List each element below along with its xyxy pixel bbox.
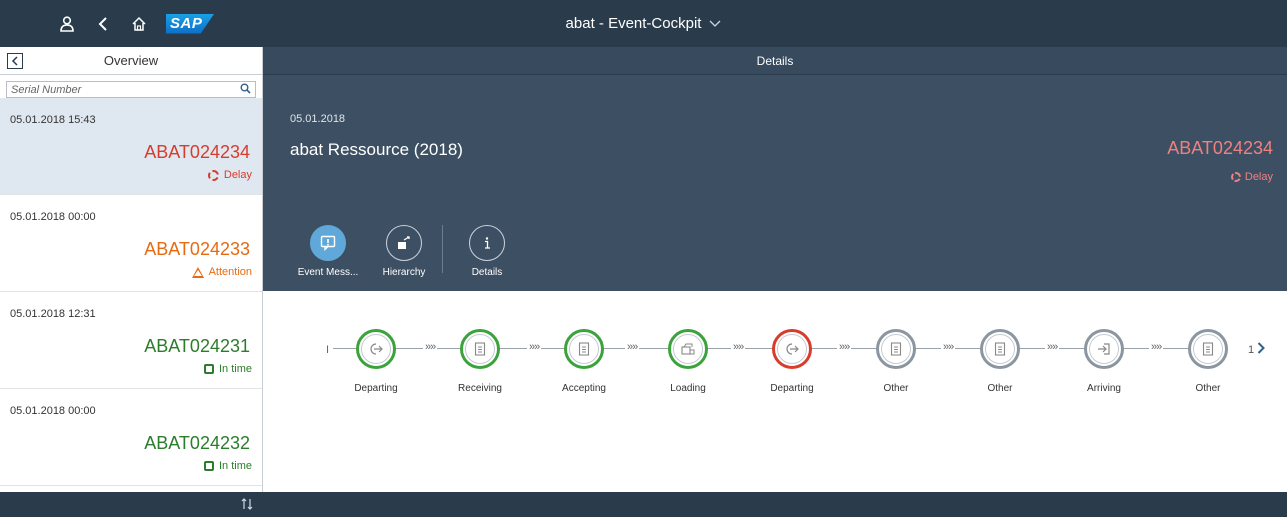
- app-title-menu[interactable]: abat - Event-Cockpit: [0, 0, 1287, 47]
- status-badge: Attention: [191, 266, 252, 278]
- flow-node-label: Accepting: [562, 383, 606, 394]
- flow-node-other[interactable]: [1188, 329, 1228, 369]
- document-icon: [881, 334, 911, 364]
- collapse-master-button[interactable]: [7, 53, 23, 69]
- search-icon[interactable]: [240, 83, 251, 97]
- details-footer: [263, 492, 1287, 517]
- flow-node-departing-delayed[interactable]: [772, 329, 812, 369]
- status-text: In time: [218, 363, 252, 375]
- tab-separator: [442, 225, 443, 273]
- item-timestamp: 05.01.2018 15:43: [10, 114, 96, 126]
- flow-node-label: Loading: [670, 383, 706, 394]
- flow-connector-chevron: »»: [527, 341, 542, 353]
- object-status-badge: Delay: [1230, 171, 1273, 183]
- tab-label: Details: [471, 267, 503, 278]
- details-pane: Details 05.01.2018 abat Ressource (2018)…: [263, 47, 1287, 517]
- icon-tab-bar: Event Mess... Hierarchy Details: [290, 225, 525, 297]
- in-time-icon: [203, 364, 214, 374]
- flow-connector-chevron: »»: [731, 341, 746, 353]
- flow-node-label: Arriving: [1087, 383, 1121, 394]
- document-icon: [569, 334, 599, 364]
- flow-node-loading[interactable]: [668, 329, 708, 369]
- item-serial-number: ABAT024234: [144, 142, 250, 162]
- flow-node-arriving[interactable]: [1084, 329, 1124, 369]
- status-text: In time: [218, 460, 252, 472]
- departing-icon: [361, 334, 391, 364]
- loading-icon: [673, 334, 703, 364]
- info-icon: [469, 225, 505, 261]
- master-pane: Overview Serial Number 05.01.2018 15:43 …: [0, 47, 263, 517]
- arriving-icon: [1089, 334, 1119, 364]
- flow-node-label: Departing: [770, 383, 814, 394]
- departing-icon: [777, 334, 807, 364]
- status-text: Delay: [223, 169, 252, 181]
- item-serial-number: ABAT024231: [144, 336, 250, 356]
- tab-event-messages[interactable]: Event Mess...: [290, 225, 366, 297]
- hierarchy-icon: [386, 225, 422, 261]
- flow-node-departing[interactable]: [356, 329, 396, 369]
- event-list: 05.01.2018 15:43 ABAT024234 Delay 05.01.…: [0, 98, 262, 486]
- status-badge: Delay: [207, 169, 252, 181]
- flow-node-label: Departing: [354, 383, 398, 394]
- flow-connector-chevron: »»: [941, 341, 956, 353]
- chevron-right-icon: [1257, 341, 1266, 359]
- object-header: 05.01.2018 abat Ressource (2018) ABAT024…: [263, 75, 1287, 297]
- flow-node-other[interactable]: [980, 329, 1020, 369]
- object-status-text: Delay: [1244, 171, 1273, 183]
- item-serial-number: ABAT024232: [144, 433, 250, 453]
- list-item[interactable]: 05.01.2018 00:00 ABAT024233 Attention: [0, 195, 262, 292]
- status-badge: In time: [203, 460, 252, 472]
- flow-node-label: Receiving: [458, 383, 502, 394]
- master-header: Overview: [0, 47, 262, 75]
- process-flow: I »» »» »» »» »» »» »» »» Departing Rece…: [263, 291, 1287, 491]
- sort-icon[interactable]: [241, 497, 253, 514]
- flow-node-receiving[interactable]: [460, 329, 500, 369]
- flow-node-accepting[interactable]: [564, 329, 604, 369]
- warning-icon: [191, 266, 204, 278]
- list-item[interactable]: 05.01.2018 12:31 ABAT024231 In time: [0, 292, 262, 389]
- flow-node-label: Other: [1195, 383, 1221, 394]
- flow-node-other[interactable]: [876, 329, 916, 369]
- app-title: abat - Event-Cockpit: [565, 15, 702, 32]
- details-header: Details: [263, 47, 1287, 75]
- delay-icon: [1230, 172, 1241, 182]
- document-icon: [1193, 334, 1223, 364]
- search-field[interactable]: Serial Number: [6, 81, 256, 98]
- list-item[interactable]: 05.01.2018 00:00 ABAT024232 In time: [0, 389, 262, 486]
- document-icon: [465, 334, 495, 364]
- flow-connector-chevron: »»: [625, 341, 640, 353]
- document-icon: [985, 334, 1015, 364]
- item-timestamp: 05.01.2018 00:00: [10, 211, 96, 223]
- flow-connector-chevron: »»: [1045, 341, 1060, 353]
- object-serial-number: ABAT024234: [1167, 138, 1273, 158]
- chevron-down-icon: [709, 17, 721, 31]
- flow-next-page-button[interactable]: 1: [1248, 341, 1266, 359]
- flow-node-label: Other: [987, 383, 1013, 394]
- flow-connector-chevron: »»: [1149, 341, 1164, 353]
- tab-details[interactable]: Details: [449, 225, 525, 287]
- next-page-count: 1: [1248, 344, 1255, 356]
- flow-node-label: Other: [883, 383, 909, 394]
- tab-label: Event Mess...: [297, 267, 359, 278]
- object-date: 05.01.2018: [290, 113, 346, 125]
- shell-bar: SAP abat - Event-Cockpit: [0, 0, 1287, 47]
- status-badge: In time: [203, 363, 252, 375]
- item-serial-number: ABAT024233: [144, 239, 250, 259]
- item-timestamp: 05.01.2018 12:31: [10, 308, 96, 320]
- tab-label: Hierarchy: [382, 267, 426, 278]
- flow-connector-chevron: »»: [837, 341, 852, 353]
- message-alert-icon: [310, 225, 346, 261]
- in-time-icon: [203, 461, 214, 471]
- master-title: Overview: [103, 53, 159, 68]
- object-title: abat Ressource (2018): [290, 140, 463, 159]
- item-timestamp: 05.01.2018 00:00: [10, 405, 96, 417]
- tab-hierarchy[interactable]: Hierarchy: [366, 225, 442, 287]
- delay-icon: [207, 169, 219, 181]
- flow-start-marker: I: [326, 344, 330, 356]
- search-input[interactable]: Serial Number: [11, 84, 81, 96]
- flow-connector-chevron: »»: [423, 341, 438, 353]
- master-footer: [0, 492, 263, 517]
- status-text: Attention: [208, 266, 252, 278]
- list-item[interactable]: 05.01.2018 15:43 ABAT024234 Delay: [0, 98, 262, 195]
